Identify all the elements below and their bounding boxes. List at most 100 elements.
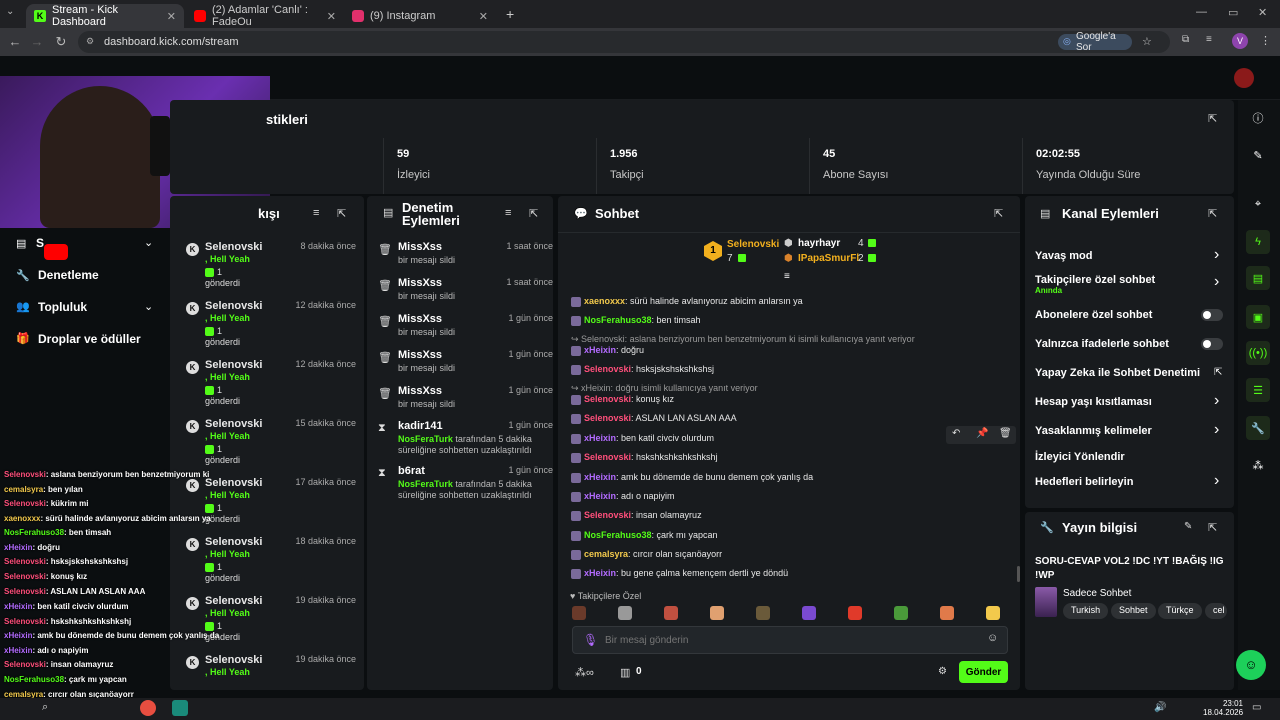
activity-item[interactable]: K Selenovski 19 dakika önce , Hell Yeah 1… [180,595,360,653]
nav-denetleme[interactable]: Denetleme [38,268,99,282]
chevron-down-icon[interactable]: ⌄ [144,236,153,249]
tag[interactable]: Sohbet [1111,603,1156,619]
chat-username[interactable]: cemalsyra [584,549,628,559]
toggle-switch[interactable] [1201,309,1223,321]
emoji-icon[interactable]: ☺ [987,632,998,644]
chat-message[interactable]: xHeixin: doğru [571,345,644,356]
emote-icon[interactable] [848,606,862,620]
tag[interactable]: Türkçe [1158,603,1202,619]
emote-icon[interactable] [802,606,816,620]
moderation-item[interactable]: 🗑 MissXss 1 gün önce bir mesajı sildi [373,385,553,421]
chat-message[interactable]: Selenovski: insan olamayruz [571,510,702,521]
channel-action-label[interactable]: Yalnızca ifadelerle sohbet [1035,338,1169,350]
chat-message[interactable]: cemalsyra: cırcır olan sıçanöayorr [571,549,722,560]
popout-icon[interactable]: ⇱ [1208,521,1217,534]
tab-youtube[interactable]: (2) Adamlar 'Canlı' : FadeOu ✕ [186,4,344,28]
expand-leaderboard-icon[interactable]: ≡ [784,271,790,282]
filter-icon[interactable]: ≡ [505,207,511,219]
activity-item[interactable]: K Selenovski 18 dakika önce , Hell Yeah 1… [180,536,360,594]
broadcast-icon[interactable]: ((•)) [1246,341,1270,365]
back-icon[interactable]: ← [4,34,26,49]
filter-icon[interactable]: ≡ [313,207,319,219]
google-ask-button[interactable]: ◎ Google'a Sor [1058,31,1132,53]
reply-icon[interactable]: ↶ [952,428,960,439]
leader-1-name[interactable]: Selenovski [727,239,779,250]
emote-icon[interactable] [710,606,724,620]
chat-username[interactable]: xHeixin [584,345,616,355]
tag[interactable]: Turkish [1063,603,1109,619]
volume-icon[interactable]: 🔊 [1154,702,1166,713]
chat-username[interactable]: Selenovski [584,364,631,374]
emote-icon[interactable] [894,606,908,620]
close-icon[interactable]: ✕ [479,10,488,23]
popout-icon[interactable]: ⇱ [994,207,1003,220]
close-icon[interactable]: ✕ [327,10,336,23]
edit-pencil-icon[interactable]: ✎ [1184,521,1192,532]
emote-icon[interactable] [756,606,770,620]
notification-icon[interactable]: ▭ [1252,702,1261,713]
window-close-icon[interactable]: ✕ [1258,6,1267,19]
wrench-icon[interactable]: 🔧 [1246,416,1270,440]
channel-action-label[interactable]: Hedefleri belirleyin [1035,476,1133,488]
maximize-icon[interactable]: ▭ [1228,6,1238,19]
channel-points-icon[interactable]: ⁂∞ [575,666,594,679]
chat-message[interactable]: xHeixin: amk bu dönemde de bunu demem ço… [571,472,813,483]
channel-action-label[interactable]: Abonelere özel sohbet [1035,309,1152,321]
chat-reply-context[interactable]: ↪ Selenovski: aslana benziyorum ben benz… [571,334,915,345]
toggle-switch[interactable] [1201,338,1223,350]
channel-action-label[interactable]: Yapay Zeka ile Sohbet Denetimi [1035,367,1200,379]
chat-message[interactable]: xHeixin: ben katil civciv olurdum [571,433,714,444]
focus-icon[interactable]: ⌖ [1246,192,1270,216]
external-link-icon[interactable]: ⇱ [1214,367,1222,378]
chat-username[interactable]: xHeixin [584,433,616,443]
emote-icon[interactable] [940,606,954,620]
chat-message[interactable]: Selenovski: hsksjskshskshkshsj [571,364,714,375]
chat-username[interactable]: Selenovski [584,394,631,404]
moderation-item[interactable]: ⧗ b6rat 1 gün önce NosFeraTurk tarafından… [373,465,553,501]
activity-item[interactable]: K Selenovski 17 dakika önce , Hell Yeah 1… [180,477,360,535]
tab-kick-dashboard[interactable]: K Stream - Kick Dashboard ✕ [26,4,184,28]
tag[interactable]: cel [1205,603,1227,619]
chat-icon[interactable]: ▣ [1246,305,1270,329]
nav-topluluk[interactable]: Topluluk [38,300,87,314]
activity-item[interactable]: K Selenovski 8 dakika önce , Hell Yeah 1 g… [180,241,360,299]
nav-droplar[interactable]: Droplar ve ödüller [38,332,141,346]
forward-icon[interactable]: → [26,34,48,49]
channel-action-label[interactable]: Hesap yaşı kısıtlaması [1035,396,1152,408]
category-thumbnail[interactable] [1035,587,1057,617]
chevron-right-icon[interactable]: › [1214,273,1219,291]
moderation-item[interactable]: 🗑 MissXss 1 saat önce bir mesajı sildi [373,277,553,313]
chat-username[interactable]: Selenovski [584,452,631,462]
store-icon[interactable]: ▥ [620,666,630,679]
extensions-icon[interactable]: ⧉ [1182,34,1189,45]
chevron-right-icon[interactable]: › [1214,472,1219,490]
channel-action-label[interactable]: İzleyici Yönlendir [1035,451,1125,463]
minimize-icon[interactable]: — [1196,6,1207,18]
chat-message[interactable]: xHeixin: adı o napiyim [571,491,675,502]
chevron-right-icon[interactable]: › [1214,392,1219,410]
emote-icon[interactable] [664,606,678,620]
chevron-down-icon[interactable]: ⌄ [144,300,153,313]
popout-icon[interactable]: ⇱ [1208,112,1217,125]
share-icon[interactable]: ⁂ [1246,453,1270,477]
emote-icon[interactable] [618,606,632,620]
leader-3-name[interactable]: IPapaSmurFl [798,253,859,264]
site-info-icon[interactable]: ⚙ [86,36,94,47]
menu-icon[interactable]: ⋮ [1260,34,1271,47]
chat-scrollbar[interactable] [1017,566,1020,582]
send-button[interactable]: Gönder [959,661,1008,683]
profile-avatar[interactable]: V [1232,33,1248,49]
popout-icon[interactable]: ⇱ [337,207,346,220]
chat-username[interactable]: xHeixin [584,568,616,578]
chat-message[interactable]: Selenovski: konuş kız [571,394,674,405]
moderation-item[interactable]: ⧗ kadir141 1 gün önce NosFeraTurk tarafın… [373,420,553,456]
popout-icon[interactable]: ⇱ [529,207,538,220]
chat-username[interactable]: NosFerahuso38 [584,315,652,325]
channel-action-label[interactable]: Yasaklanmış kelimeler [1035,425,1152,437]
moderation-item[interactable]: 🗑 MissXss 1 gün önce bir mesajı sildi [373,313,553,349]
tab-search-icon[interactable]: ⌄ [6,6,14,17]
chat-message[interactable]: Selenovski: ASLAN LAN ASLAN AAA [571,413,737,424]
app-taskbar-icon[interactable] [172,700,188,716]
reload-icon[interactable]: ↻ [50,34,72,50]
layout-icon[interactable]: ☰ [1246,378,1270,402]
